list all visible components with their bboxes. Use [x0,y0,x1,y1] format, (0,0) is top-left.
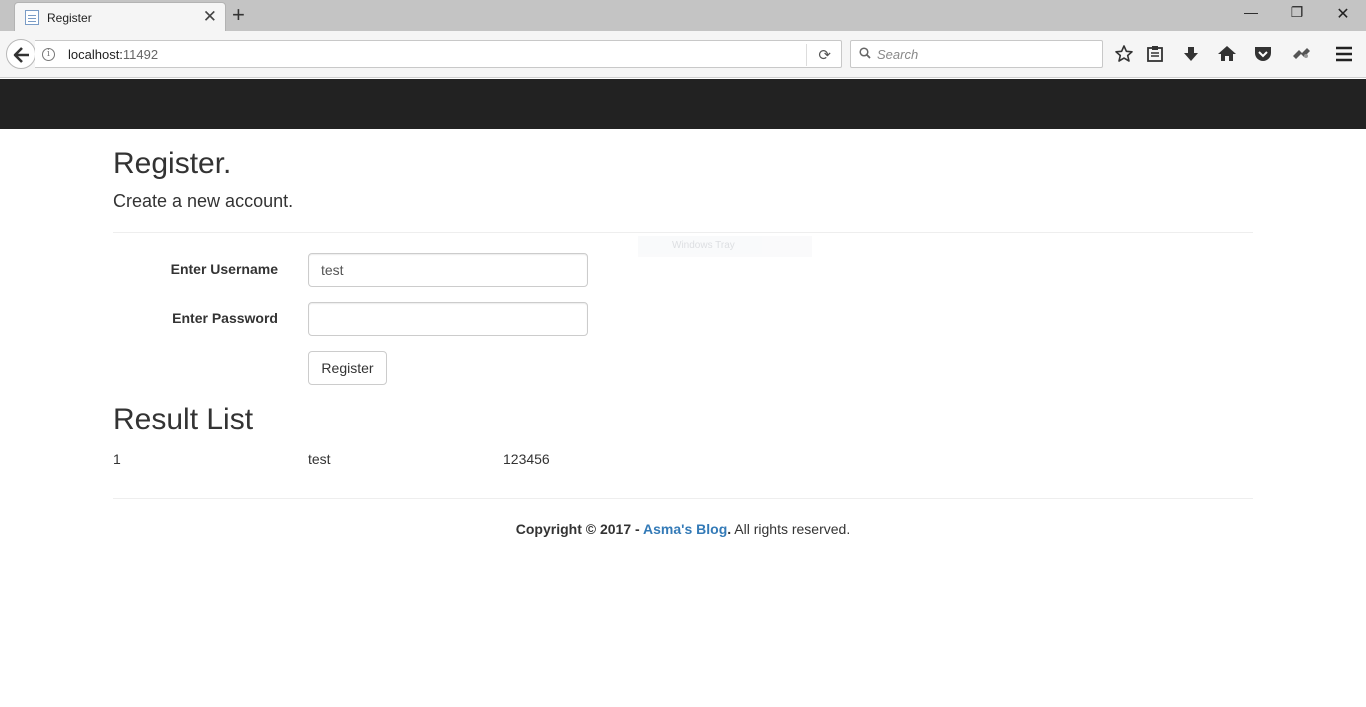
divider [113,232,1253,233]
search-icon [859,47,871,59]
password-label: Enter Password [172,310,278,326]
download-icon[interactable] [1181,44,1203,66]
address-bar[interactable]: i localhost:11492 ⟳ [35,40,842,68]
tab-title: Register [47,11,92,25]
plus-icon[interactable]: + [232,4,245,26]
browser-tab-bar: Register ✕ + — ❐ ✕ [0,0,1366,31]
page-title: Register. [113,147,232,180]
password-input[interactable] [308,302,588,336]
result-id: 1 [113,451,121,467]
page-subtitle: Create a new account. [113,191,294,211]
result-username: test [308,451,331,467]
result-row: 1 test 123456 [113,451,713,471]
browser-toolbar: i localhost:11492 ⟳ Search [0,31,1366,78]
site-navbar [0,79,1366,129]
blog-link[interactable]: Asma's Blog [643,521,727,537]
back-button[interactable] [6,39,36,69]
search-placeholder: Search [877,47,919,62]
pocket-icon[interactable] [1253,44,1275,66]
page-icon [25,10,39,25]
browser-tab[interactable]: Register ✕ [14,2,226,31]
ghost-tooltip: Windows Tray [638,236,812,257]
star-icon[interactable] [1114,44,1136,66]
hamburger-icon[interactable] [1334,44,1356,66]
close-icon[interactable]: ✕ [203,8,217,25]
extension-icon[interactable] [1290,44,1312,66]
footer: Copyright © 2017 - Asma's Blog. All righ… [113,521,1253,537]
result-list-title: Result List [113,403,254,436]
register-button[interactable]: Register [308,351,387,385]
minimize-icon[interactable]: — [1236,4,1266,20]
username-label: Enter Username [170,261,278,277]
info-icon[interactable]: i [42,48,55,61]
reserved-text: All rights reserved. [731,521,851,537]
search-bar[interactable]: Search [850,40,1103,68]
home-icon[interactable] [1217,44,1239,66]
url-divider [806,44,807,66]
clipboard-icon[interactable] [1145,44,1167,66]
url-text[interactable]: localhost:11492 [68,47,158,62]
window-close-icon[interactable]: ✕ [1328,4,1358,24]
restore-icon[interactable]: ❐ [1282,4,1312,21]
result-password: 123456 [503,451,550,467]
footer-divider [113,498,1253,499]
reload-icon[interactable]: ⟳ [818,46,831,64]
back-arrow-icon [13,47,29,63]
username-input[interactable] [308,253,588,287]
copyright-text: Copyright © 2017 - [515,521,644,537]
